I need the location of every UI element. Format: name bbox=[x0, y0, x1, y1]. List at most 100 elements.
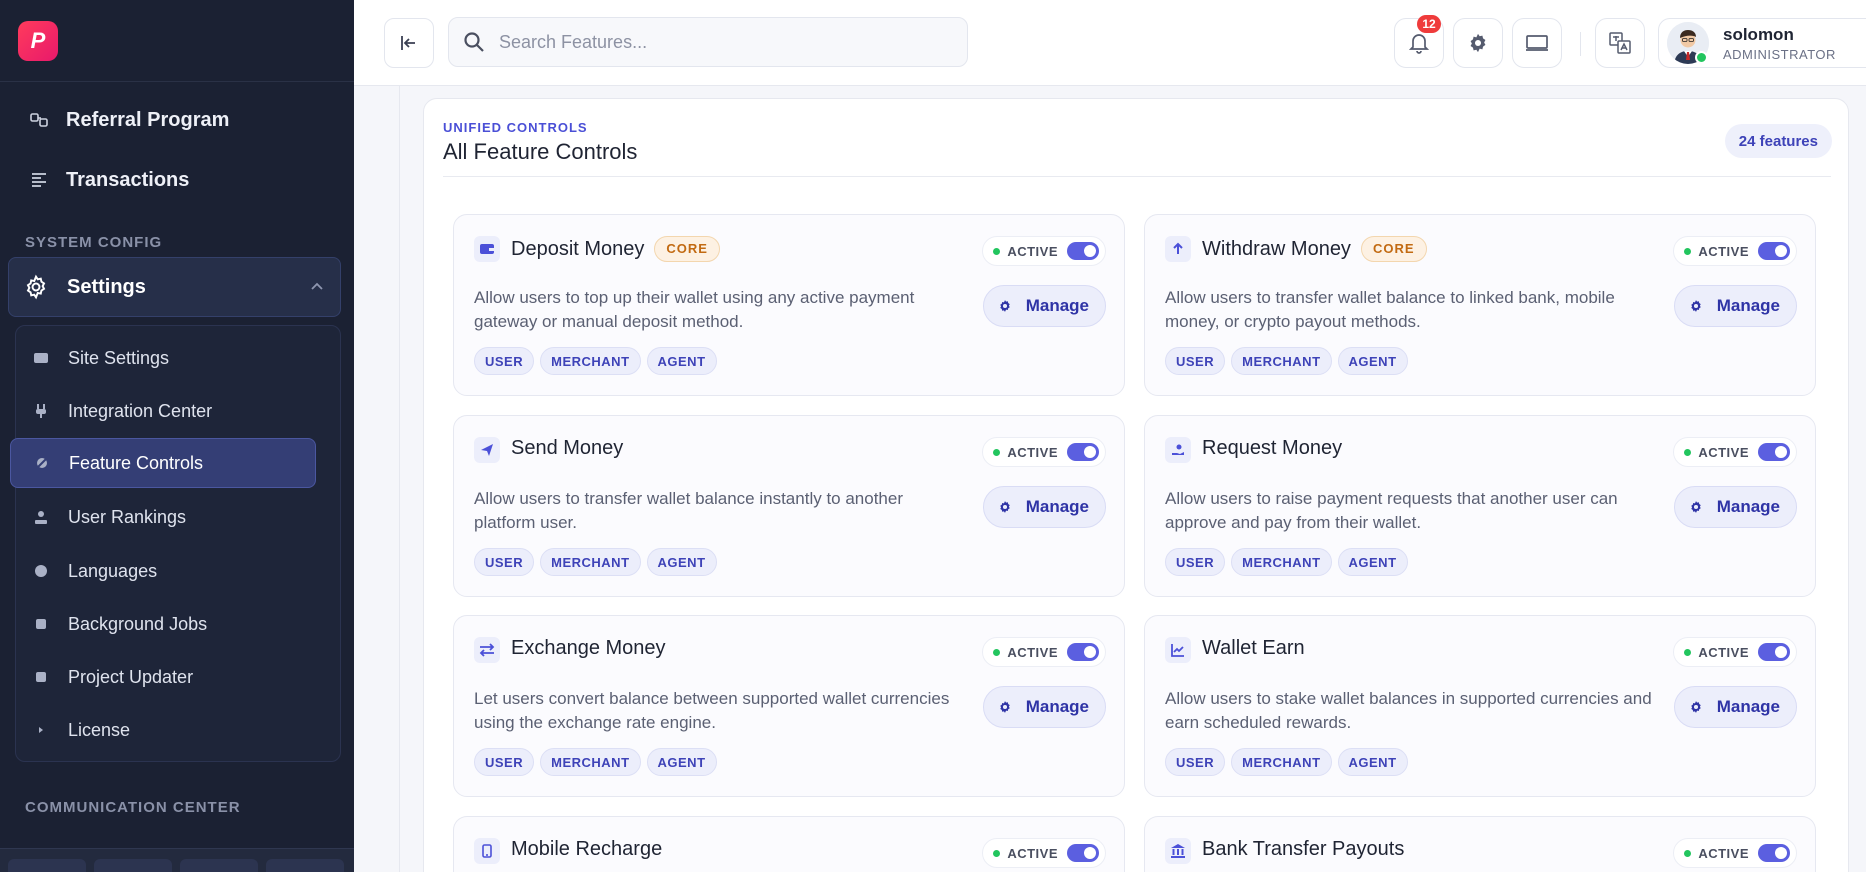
tag-merchant: MERCHANT bbox=[1231, 347, 1332, 375]
sidebar-item-background-jobs[interactable]: Background Jobs bbox=[10, 599, 316, 649]
user-menu[interactable]: solomon ADMINISTRATOR bbox=[1658, 18, 1866, 68]
sidebar-item-languages[interactable]: Languages bbox=[10, 546, 316, 596]
settings-button[interactable] bbox=[1453, 18, 1503, 68]
toolbar-button[interactable] bbox=[94, 859, 172, 872]
sidebar: P Referral Program Transactions SYSTEM C… bbox=[0, 0, 354, 872]
status-toggle[interactable]: ACTIVE bbox=[1673, 838, 1797, 868]
ranking-icon bbox=[32, 508, 50, 526]
toggle-switch[interactable] bbox=[1758, 443, 1790, 461]
status-dot bbox=[993, 247, 1001, 255]
status-toggle[interactable]: ACTIVE bbox=[1673, 236, 1797, 266]
toolbar-button[interactable] bbox=[180, 859, 258, 872]
manage-label: Manage bbox=[1716, 497, 1780, 516]
role-tags: USER MERCHANT AGENT bbox=[1165, 748, 1408, 776]
tag-user: USER bbox=[1165, 748, 1226, 776]
arrow-up-icon bbox=[1165, 236, 1191, 262]
manage-label: Manage bbox=[1025, 296, 1089, 315]
sidebar-item-user-rankings[interactable]: User Rankings bbox=[10, 492, 316, 542]
toggle-switch[interactable] bbox=[1067, 242, 1099, 260]
sidebar-item-integration-center[interactable]: Integration Center bbox=[10, 386, 316, 436]
toggle-switch[interactable] bbox=[1758, 643, 1790, 661]
sidebar-item-settings[interactable]: Settings bbox=[8, 257, 341, 317]
feature-title: Bank Transfer Payouts bbox=[1202, 838, 1405, 860]
panel-divider bbox=[443, 176, 1831, 177]
brand-logo[interactable]: P bbox=[18, 20, 58, 61]
toolbar-button[interactable] bbox=[266, 859, 344, 872]
status-toggle[interactable]: ACTIVE bbox=[982, 838, 1106, 868]
role-tags: USER MERCHANT AGENT bbox=[1165, 347, 1408, 375]
status-dot bbox=[1684, 849, 1692, 857]
feature-title: Exchange Money bbox=[511, 637, 666, 659]
sidebar-item-transactions[interactable]: Transactions bbox=[0, 150, 354, 210]
feature-title: Wallet Earn bbox=[1202, 637, 1305, 659]
role-tags: USER MERCHANT AGENT bbox=[474, 347, 717, 375]
sidebar-item-label: Referral Program bbox=[66, 108, 230, 131]
feature-title: Send Money bbox=[511, 437, 624, 459]
user-name: solomon bbox=[1723, 24, 1794, 44]
feature-description: Let users convert balance between suppor… bbox=[474, 689, 950, 732]
search-icon bbox=[464, 32, 484, 52]
manage-button[interactable]: Manage bbox=[982, 285, 1106, 327]
status-toggle[interactable]: ACTIVE bbox=[1673, 437, 1797, 467]
manage-button[interactable]: Manage bbox=[982, 686, 1106, 728]
square-icon bbox=[32, 615, 50, 633]
online-status-dot bbox=[1695, 51, 1708, 64]
manage-button[interactable]: Manage bbox=[1673, 486, 1797, 528]
status-dot bbox=[1684, 448, 1692, 456]
tag-user: USER bbox=[474, 748, 535, 776]
sidebar-item-referral-program[interactable]: Referral Program bbox=[0, 90, 354, 150]
sliders-icon bbox=[33, 454, 51, 472]
globe-icon bbox=[32, 562, 50, 580]
sidebar-item-label: Settings bbox=[67, 275, 146, 298]
tag-merchant: MERCHANT bbox=[1231, 548, 1332, 576]
chevron-up-icon bbox=[310, 278, 324, 294]
status-dot bbox=[993, 648, 1001, 656]
notifications-button[interactable]: 12 bbox=[1394, 15, 1444, 68]
manage-button[interactable]: Manage bbox=[1673, 285, 1797, 327]
plug-icon bbox=[32, 402, 50, 420]
feature-description: Allow users to raise payment requests th… bbox=[1165, 489, 1618, 532]
feature-description: Allow users to top up their wallet using… bbox=[474, 288, 915, 331]
core-badge: CORE bbox=[654, 236, 720, 262]
gear-icon bbox=[1689, 299, 1703, 313]
sidebar-item-site-settings[interactable]: Site Settings bbox=[10, 333, 316, 383]
tag-user: USER bbox=[474, 548, 535, 576]
toggle-switch[interactable] bbox=[1758, 242, 1790, 260]
status-dot bbox=[1684, 648, 1692, 656]
toggle-switch[interactable] bbox=[1067, 443, 1099, 461]
square-icon bbox=[32, 668, 50, 686]
user-role: ADMINISTRATOR bbox=[1723, 46, 1836, 62]
display-button[interactable] bbox=[1512, 18, 1562, 68]
feature-card-wallet-earn: Wallet Earn ACTIVE Allow users to stake … bbox=[1144, 615, 1816, 797]
sidebar-item-feature-controls[interactable]: Feature Controls bbox=[10, 438, 316, 488]
role-tags: USER MERCHANT AGENT bbox=[474, 748, 717, 776]
sidebar-item-project-updater[interactable]: Project Updater bbox=[10, 652, 316, 702]
toggle-switch[interactable] bbox=[1758, 844, 1790, 862]
status-dot bbox=[993, 448, 1001, 456]
language-button[interactable] bbox=[1595, 18, 1645, 68]
status-toggle[interactable]: ACTIVE bbox=[982, 437, 1106, 467]
tag-merchant: MERCHANT bbox=[540, 548, 641, 576]
gear-icon bbox=[23, 274, 49, 300]
manage-label: Manage bbox=[1025, 697, 1089, 716]
role-tags: USER MERCHANT AGENT bbox=[1165, 548, 1408, 576]
toggle-switch[interactable] bbox=[1067, 643, 1099, 661]
status-dot bbox=[993, 849, 1001, 857]
sidebar-item-label: Integration Center bbox=[68, 400, 213, 421]
tag-user: USER bbox=[1165, 347, 1226, 375]
status-toggle[interactable]: ACTIVE bbox=[982, 236, 1106, 266]
panel-eyebrow: UNIFIED CONTROLS bbox=[443, 120, 588, 135]
status-toggle[interactable]: ACTIVE bbox=[982, 637, 1106, 667]
status-toggle[interactable]: ACTIVE bbox=[1673, 637, 1797, 667]
manage-button[interactable]: Manage bbox=[1673, 686, 1797, 728]
manage-label: Manage bbox=[1716, 296, 1780, 315]
toggle-switch[interactable] bbox=[1067, 844, 1099, 862]
manage-button[interactable]: Manage bbox=[982, 486, 1106, 528]
feature-card-exchange-money: Exchange Money ACTIVE Let users convert … bbox=[453, 615, 1125, 797]
sidebar-item-license[interactable]: License bbox=[10, 705, 316, 755]
collapse-sidebar-button[interactable] bbox=[384, 18, 434, 68]
search-input[interactable] bbox=[499, 31, 939, 53]
sidebar-item-label: Project Updater bbox=[68, 666, 194, 687]
monitor-icon bbox=[1526, 35, 1548, 51]
toolbar-button[interactable] bbox=[8, 859, 86, 872]
